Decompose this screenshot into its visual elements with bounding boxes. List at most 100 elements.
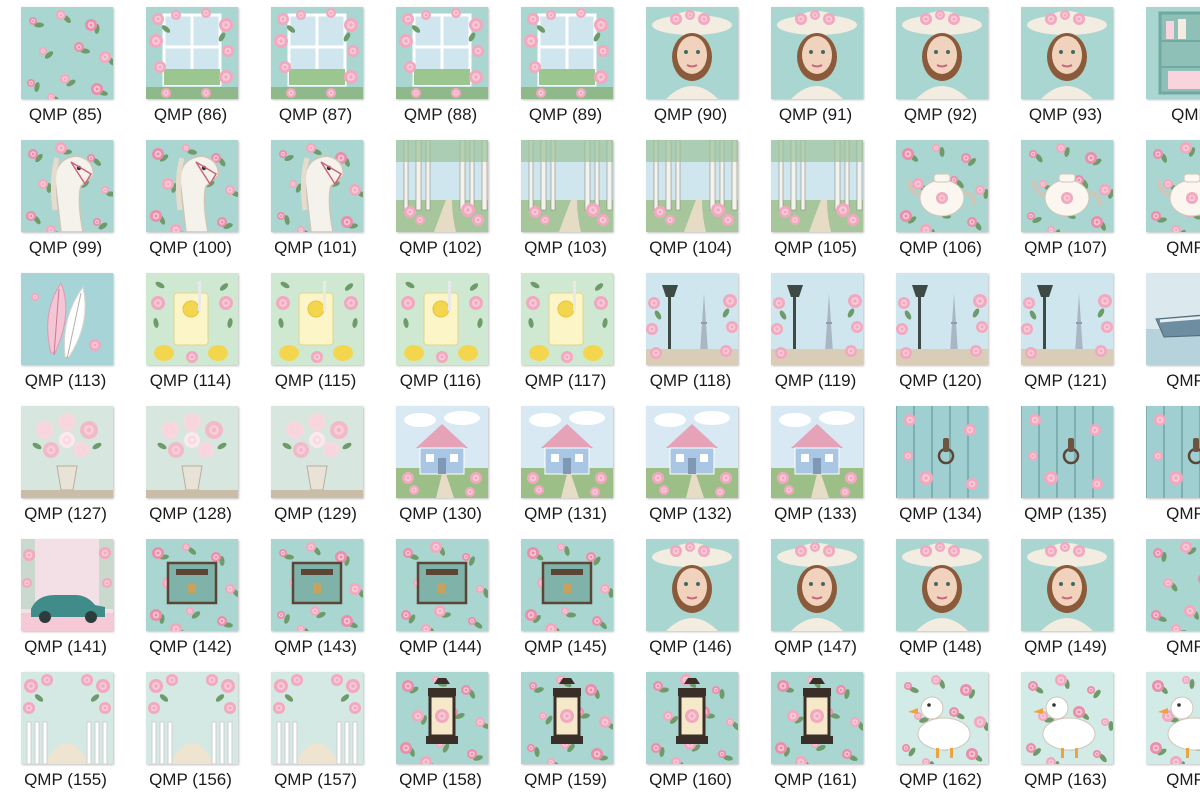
thumbnail-item[interactable]: QMP (86): [125, 0, 250, 133]
thumbnail-label: QMP (113): [24, 371, 107, 390]
thumbnail-item[interactable]: QMP (158): [375, 665, 500, 798]
thumbnail-item[interactable]: QMP (115): [250, 266, 375, 399]
boat-icon: [1146, 273, 1200, 365]
thumbnail-label: QMP (135): [1024, 504, 1107, 523]
thumbnail-item[interactable]: QMP (90): [625, 0, 750, 133]
thumbnail-item[interactable]: QMP (105): [750, 133, 875, 266]
thumbnail-item[interactable]: QMP (132): [625, 399, 750, 532]
thumbnail-label: QMP (102): [399, 238, 482, 257]
thumbnail-item[interactable]: QMP (114): [125, 266, 250, 399]
thumbnail-item[interactable]: QMP (160): [625, 665, 750, 798]
thumbnail-item[interactable]: QMP (157): [250, 665, 375, 798]
thumbnail-item[interactable]: QMP (121): [1000, 266, 1125, 399]
thumbnail-item[interactable]: QMP (: [1125, 266, 1200, 399]
thumbnail-item[interactable]: QMP (102): [375, 133, 500, 266]
thumbnail-label: QMP (133): [774, 504, 857, 523]
thumbnail-item[interactable]: QMP (129): [250, 399, 375, 532]
thumbnail-item[interactable]: QMP (134): [875, 399, 1000, 532]
thumbnail-item[interactable]: QMP (148): [875, 532, 1000, 665]
thumbnail-item[interactable]: QMP (130): [375, 399, 500, 532]
thumbnail-item[interactable]: QMP (88): [375, 0, 500, 133]
thumbnail-label: QMP (116): [399, 371, 482, 390]
birch-forest-icon: [396, 140, 488, 232]
thumbnail-item[interactable]: QMP (117): [500, 266, 625, 399]
thumbnail-item[interactable]: QMP (89): [500, 0, 625, 133]
thumbnail-item[interactable]: QMP (85): [0, 0, 125, 133]
thumbnail-label: QMP (105): [774, 238, 857, 257]
flower-vase-icon: [271, 406, 363, 498]
thumbnail-item[interactable]: QMP (162): [875, 665, 1000, 798]
thumbnail-label: QMP (104): [649, 238, 732, 257]
thumbnail-item[interactable]: QMP (120): [875, 266, 1000, 399]
thumbnail-item[interactable]: QMP (100): [125, 133, 250, 266]
thumbnail-item[interactable]: QMP (149): [1000, 532, 1125, 665]
thumbnail-label: QMP (156): [149, 770, 232, 789]
garden-gate-icon: [271, 672, 363, 764]
thumbnail-item[interactable]: QMP (145): [500, 532, 625, 665]
thumbnail-label: QMP (163): [1024, 770, 1107, 789]
thumbnail-item[interactable]: QMP (142): [125, 532, 250, 665]
thumbnail-item[interactable]: QMP (99): [0, 133, 125, 266]
thumbnail-label: QMP (146): [649, 637, 732, 656]
thumbnail-item[interactable]: QMP (92): [875, 0, 1000, 133]
thumbnail-label: QMP (129): [274, 504, 357, 523]
thumbnail-item[interactable]: QMP (144): [375, 532, 500, 665]
thumbnail-item[interactable]: QMP (147): [750, 532, 875, 665]
thumbnail-item[interactable]: QMP (141): [0, 532, 125, 665]
thumbnail-item[interactable]: QMP (: [1125, 532, 1200, 665]
cabinet-icon: [1146, 7, 1200, 99]
rose-window-icon: [271, 7, 363, 99]
mailbox-icon: [521, 539, 613, 631]
thumbnail-label: QMP (148): [899, 637, 982, 656]
thumbnail-item[interactable]: QMP (156): [125, 665, 250, 798]
thumbnail-label: QMP (160): [649, 770, 732, 789]
thumbnail-item[interactable]: QMP (133): [750, 399, 875, 532]
thumbnail-item[interactable]: QMP (116): [375, 266, 500, 399]
thumbnail-item[interactable]: QMP (131): [500, 399, 625, 532]
thumbnail-label: QMP (88): [403, 105, 478, 124]
thumbnail-item[interactable]: QMP (119): [750, 266, 875, 399]
thumbnail-item[interactable]: QMP (: [1125, 399, 1200, 532]
cottage-icon: [396, 406, 488, 498]
duck-icon: [1146, 672, 1200, 764]
white-horse-icon: [271, 140, 363, 232]
thumbnail-label: QMP (106): [899, 238, 982, 257]
thumbnail-item[interactable]: QMP (87): [250, 0, 375, 133]
thumbnail-label: QMP (117): [524, 371, 607, 390]
thumbnail-item[interactable]: QMP (146): [625, 532, 750, 665]
thumbnail-label: QMP (120): [899, 371, 982, 390]
thumbnail-grid: QMP (85) QMP (86) QMP (87) QMP (88) QMP …: [0, 0, 1200, 800]
thumbnail-item[interactable]: QMP (135): [1000, 399, 1125, 532]
thumbnail-item[interactable]: QMP (128): [125, 399, 250, 532]
thumbnail-item[interactable]: QMP (: [1125, 133, 1200, 266]
thumbnail-item[interactable]: QMP (113): [0, 266, 125, 399]
thumbnail-item[interactable]: QMP: [1125, 0, 1200, 133]
thumbnail-item[interactable]: QMP (106): [875, 133, 1000, 266]
thumbnail-label: QMP (134): [899, 504, 982, 523]
thumbnail-label: QMP (158): [399, 770, 482, 789]
thumbnail-label: QMP (132): [649, 504, 732, 523]
thumbnail-item[interactable]: QMP (159): [500, 665, 625, 798]
thumbnail-label: QMP (89): [528, 105, 603, 124]
thumbnail-item[interactable]: QMP (118): [625, 266, 750, 399]
thumbnail-item[interactable]: QMP (107): [1000, 133, 1125, 266]
thumbnail-item[interactable]: QMP (127): [0, 399, 125, 532]
lantern-icon: [396, 672, 488, 764]
thumbnail-item[interactable]: QMP (163): [1000, 665, 1125, 798]
rose-window-icon: [521, 7, 613, 99]
cottage-icon: [521, 406, 613, 498]
thumbnail-item[interactable]: QMP (143): [250, 532, 375, 665]
woman-portrait-icon: [896, 539, 988, 631]
thumbnail-label: QMP (161): [774, 770, 857, 789]
thumbnail-item[interactable]: QMP (104): [625, 133, 750, 266]
thumbnail-item[interactable]: QMP (155): [0, 665, 125, 798]
thumbnail-item[interactable]: QMP (103): [500, 133, 625, 266]
thumbnail-item[interactable]: QMP (: [1125, 665, 1200, 798]
thumbnail-label: QMP (147): [774, 637, 857, 656]
thumbnail-item[interactable]: QMP (161): [750, 665, 875, 798]
thumbnail-item[interactable]: QMP (101): [250, 133, 375, 266]
thumbnail-label: QMP (: [1166, 637, 1200, 656]
thumbnail-item[interactable]: QMP (91): [750, 0, 875, 133]
thumbnail-label: QMP (101): [274, 238, 357, 257]
thumbnail-item[interactable]: QMP (93): [1000, 0, 1125, 133]
